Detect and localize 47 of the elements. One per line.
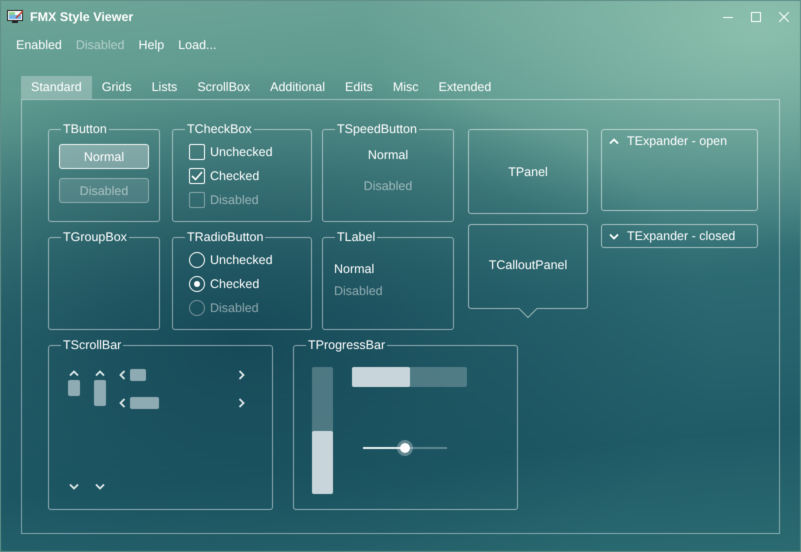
tab[interactable]: Grids [92,76,142,99]
speed-button[interactable]: Normal [368,148,408,162]
group-title: TCheckBox [186,122,253,136]
tab[interactable]: Extended [428,76,502,99]
tab[interactable]: Standard [21,76,92,99]
close-icon [779,12,789,22]
tab[interactable]: Lists [142,76,188,99]
chevron-up-icon[interactable] [609,138,619,144]
push-button[interactable]: Normal [59,144,149,169]
checkbox[interactable] [189,168,205,184]
group-title: TProgressBar [307,338,386,352]
checkbox-label: Checked [210,169,260,183]
window-title: FMX Style Viewer [30,10,134,24]
tab[interactable]: Edits [335,76,383,99]
group-title: TButton [62,122,108,136]
checkbox-label: Unchecked [210,145,273,159]
group-title: TGroupBox [62,230,128,244]
chevron-down-icon[interactable] [609,232,619,240]
radio-label: Disabled [210,301,259,315]
horizontal-scroll-bar[interactable] [119,396,245,409]
radio-button[interactable] [189,276,205,292]
menu-item[interactable]: Help [138,38,164,60]
radio-label: Unchecked [210,253,273,267]
group-title: TScrollBar [62,338,122,352]
label-text: Disabled [334,284,383,298]
tab[interactable]: Misc [382,76,429,99]
tab[interactable]: Additional [260,76,336,99]
horizontal-scroll-bar[interactable] [119,368,245,381]
menu-item[interactable]: Load... [178,38,216,60]
radio-button[interactable] [189,252,205,268]
expander-title: TExpander - open [627,134,728,148]
callout-text: TCalloutPanel [488,258,568,272]
slider[interactable] [363,440,447,456]
radio-label: Checked [210,277,260,291]
group-title: TSpeedButton [336,122,418,136]
label-text: Normal [334,262,374,276]
monitor-icon [7,10,24,24]
menu-item[interactable]: Enabled [16,38,62,60]
checkbox-label: Disabled [210,193,259,207]
panel-text: TPanel [508,164,548,178]
maximize-icon [751,12,761,22]
checkbox[interactable] [189,144,205,160]
slider-thumb[interactable] [397,440,413,456]
expander-title: TExpander - closed [627,229,736,243]
group-title: TLabel [336,230,376,244]
group-title: TRadioButton [186,230,264,244]
tab[interactable]: ScrollBox [187,76,260,99]
